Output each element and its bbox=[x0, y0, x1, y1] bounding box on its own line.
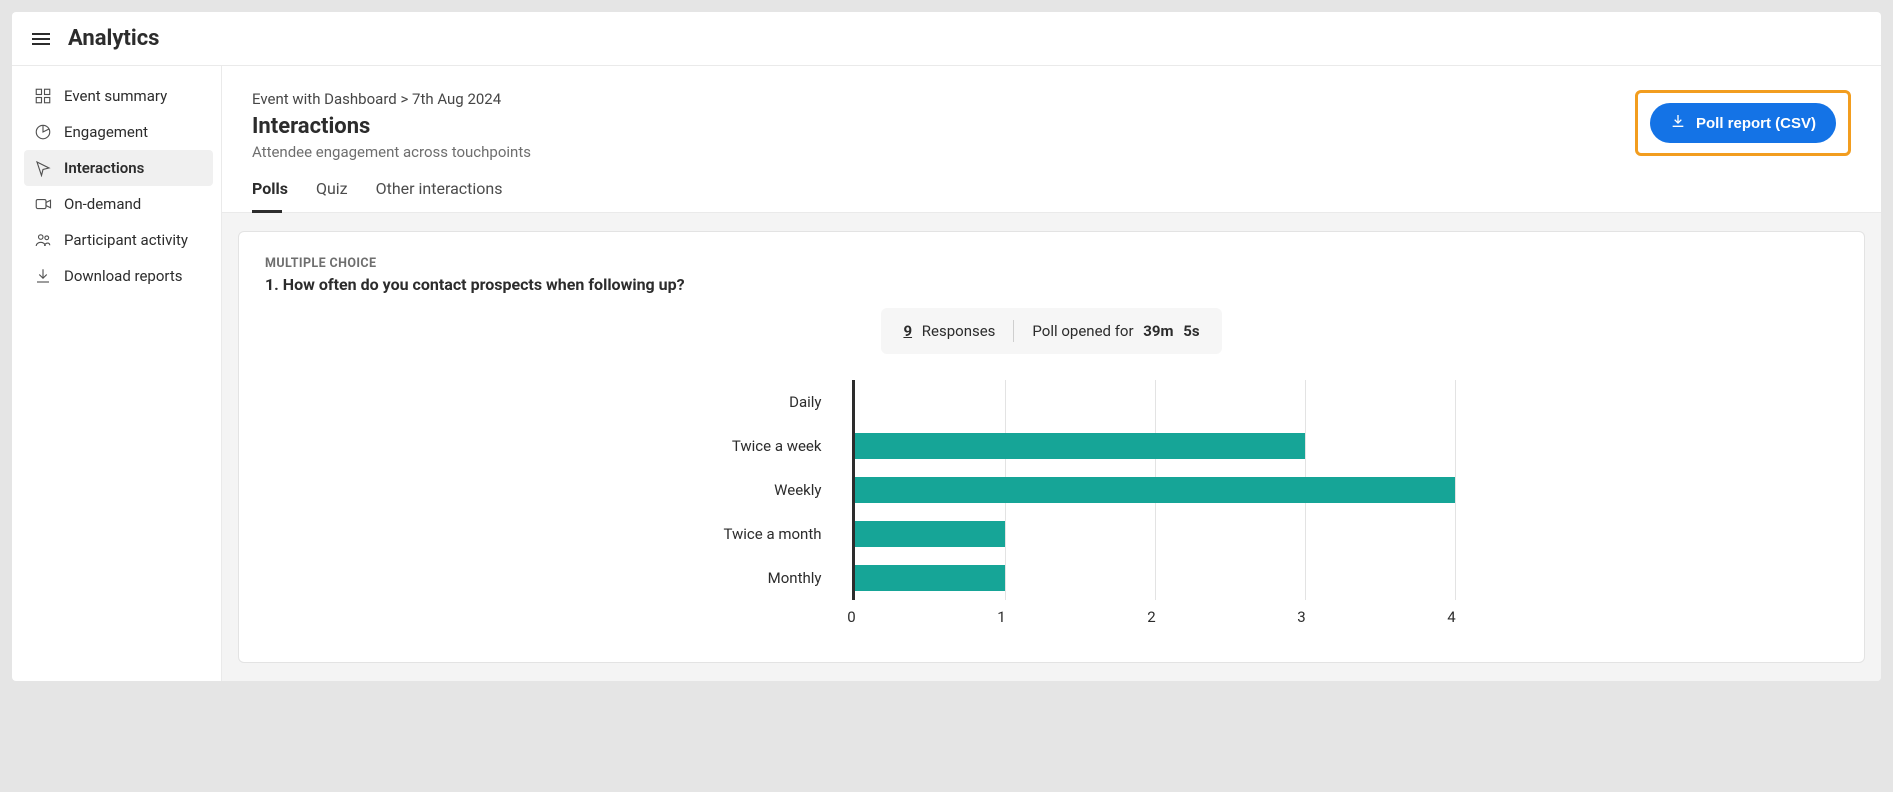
topbar: Analytics bbox=[12, 12, 1881, 66]
page-title: Interactions bbox=[252, 114, 531, 139]
poll-type-label: MULTIPLE CHOICE bbox=[265, 256, 1838, 271]
chart-category-label: Daily bbox=[642, 380, 852, 424]
chart-category-label: Monthly bbox=[642, 556, 852, 600]
tab-other-interactions[interactable]: Other interactions bbox=[376, 179, 503, 212]
chart-x-tick: 1 bbox=[997, 608, 1005, 626]
tab-label: Polls bbox=[252, 179, 288, 198]
chart-plot: 01234 bbox=[852, 374, 1462, 628]
tabs: Polls Quiz Other interactions bbox=[222, 161, 1881, 213]
chart-bar-row bbox=[855, 468, 1462, 512]
sidebar-item-label: On-demand bbox=[64, 195, 141, 213]
tab-quiz[interactable]: Quiz bbox=[316, 179, 348, 212]
sidebar-item-label: Participant activity bbox=[64, 231, 188, 249]
page-header: Event with Dashboard > 7th Aug 2024 Inte… bbox=[222, 66, 1881, 161]
sidebar-item-engagement[interactable]: Engagement bbox=[24, 114, 213, 150]
sidebar: Event summary Engagement Interactions On… bbox=[12, 66, 222, 681]
download-icon bbox=[34, 267, 52, 285]
content-area: MULTIPLE CHOICE 1. How often do you cont… bbox=[222, 213, 1881, 681]
breadcrumb[interactable]: Event with Dashboard > 7th Aug 2024 bbox=[252, 90, 531, 108]
sidebar-item-event-summary[interactable]: Event summary bbox=[24, 78, 213, 114]
chart-x-tick: 0 bbox=[847, 608, 855, 626]
sidebar-item-participant-activity[interactable]: Participant activity bbox=[24, 222, 213, 258]
sidebar-item-on-demand[interactable]: On-demand bbox=[24, 186, 213, 222]
opened-seconds: 5s bbox=[1183, 322, 1199, 340]
chart-bar bbox=[855, 565, 1005, 591]
chart-category-label: Twice a week bbox=[642, 424, 852, 468]
body: Event summary Engagement Interactions On… bbox=[12, 66, 1881, 681]
pie-icon bbox=[34, 123, 52, 141]
sidebar-item-download-reports[interactable]: Download reports bbox=[24, 258, 213, 294]
app-root: Analytics Event summary Engagement bbox=[12, 12, 1881, 681]
stat-divider bbox=[1013, 320, 1014, 342]
chart-x-tick: 2 bbox=[1147, 608, 1155, 626]
poll-question: 1. How often do you contact prospects wh… bbox=[265, 275, 1838, 294]
responses-stat: 9 Responses bbox=[903, 322, 995, 340]
page-title-top: Analytics bbox=[68, 26, 159, 51]
chart-bar-row bbox=[855, 556, 1462, 600]
sidebar-item-label: Download reports bbox=[64, 267, 182, 285]
opened-minutes: 39m bbox=[1143, 322, 1173, 340]
chart-bar bbox=[855, 433, 1305, 459]
poll-stats: 9 Responses Poll opened for 39m 5s bbox=[881, 308, 1221, 354]
grid-icon bbox=[34, 87, 52, 105]
chart-bar-row bbox=[855, 424, 1462, 468]
opened-label: Poll opened for bbox=[1032, 322, 1133, 340]
sidebar-item-label: Engagement bbox=[64, 123, 148, 141]
poll-chart: DailyTwice a weekWeeklyTwice a monthMont… bbox=[642, 374, 1462, 628]
video-icon bbox=[34, 195, 52, 213]
poll-card: MULTIPLE CHOICE 1. How often do you cont… bbox=[238, 231, 1865, 663]
chart-y-labels: DailyTwice a weekWeeklyTwice a monthMont… bbox=[642, 374, 852, 628]
responses-label: Responses bbox=[922, 322, 996, 340]
tab-label: Other interactions bbox=[376, 179, 503, 198]
download-icon bbox=[1670, 113, 1686, 133]
tab-polls[interactable]: Polls bbox=[252, 179, 288, 212]
chart-category-label: Weekly bbox=[642, 468, 852, 512]
poll-report-download-button[interactable]: Poll report (CSV) bbox=[1650, 103, 1836, 143]
chart-bar bbox=[855, 477, 1455, 503]
chart-bar-row bbox=[855, 380, 1462, 424]
chart-category-label: Twice a month bbox=[642, 512, 852, 556]
sidebar-item-label: Event summary bbox=[64, 87, 167, 105]
hamburger-menu-icon[interactable] bbox=[32, 33, 50, 45]
opened-stat: Poll opened for 39m 5s bbox=[1032, 322, 1199, 340]
chart-x-tick: 4 bbox=[1447, 608, 1455, 626]
responses-count[interactable]: 9 bbox=[903, 322, 912, 340]
tab-label: Quiz bbox=[316, 179, 348, 198]
download-button-label: Poll report (CSV) bbox=[1696, 115, 1816, 132]
sidebar-item-interactions[interactable]: Interactions bbox=[24, 150, 213, 186]
chart-bar-row bbox=[855, 512, 1462, 556]
chart-x-tick: 3 bbox=[1297, 608, 1305, 626]
chart-x-axis: 01234 bbox=[852, 600, 1462, 628]
main: Event with Dashboard > 7th Aug 2024 Inte… bbox=[222, 66, 1881, 681]
people-icon bbox=[34, 231, 52, 249]
sidebar-item-label: Interactions bbox=[64, 159, 144, 177]
chart-bar bbox=[855, 521, 1005, 547]
download-highlight-box: Poll report (CSV) bbox=[1635, 90, 1851, 156]
pointer-icon bbox=[34, 159, 52, 177]
chart-plot-area bbox=[852, 380, 1462, 600]
page-header-left: Event with Dashboard > 7th Aug 2024 Inte… bbox=[252, 90, 531, 161]
page-subtitle: Attendee engagement across touchpoints bbox=[252, 143, 531, 161]
